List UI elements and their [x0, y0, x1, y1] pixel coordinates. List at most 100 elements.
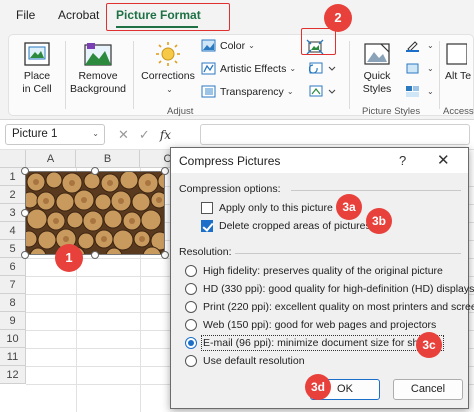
resize-handle[interactable]	[161, 167, 169, 175]
ribbon-panel: Place in Cell Remove Background Correcti…	[8, 34, 474, 117]
alt-text-button[interactable]: Alt Te	[445, 41, 474, 83]
radio-button-selected[interactable]	[185, 337, 197, 349]
resolution-option-label: HD (330 ppi): good quality for high-defi…	[203, 283, 474, 295]
step-marker-3c: 3c	[416, 332, 442, 358]
resize-handle[interactable]	[21, 209, 29, 217]
column-header-a[interactable]: A	[26, 150, 76, 168]
ribbon-separator	[349, 41, 350, 109]
chevron-down-icon: ⌄	[427, 41, 434, 50]
place-in-cell-button[interactable]: Place in Cell	[13, 41, 61, 96]
color-button[interactable]: Color ⌄	[201, 39, 255, 52]
step-marker-3a: 3a	[336, 194, 362, 220]
row-header[interactable]: 7	[0, 276, 26, 294]
resolution-option-email[interactable]: E-mail (96 ppi): minimize document size …	[185, 335, 444, 351]
change-picture-button[interactable]	[308, 62, 339, 76]
radio-button[interactable]	[185, 319, 197, 331]
step-marker-1: 1	[55, 244, 83, 272]
delete-cropped-label: Delete cropped areas of pictures	[219, 220, 371, 232]
selected-picture[interactable]	[25, 171, 165, 255]
place-in-cell-label: Place in Cell	[22, 70, 52, 95]
resolution-option-high-fidelity[interactable]: High fidelity: preserves quality of the …	[185, 265, 443, 277]
color-label: Color	[220, 39, 246, 52]
row-header[interactable]: 2	[0, 186, 26, 204]
resize-handle[interactable]	[161, 251, 169, 259]
color-icon	[201, 39, 216, 52]
transparency-button[interactable]: Transparency ⌄	[201, 85, 294, 98]
corrections-sun-icon	[156, 42, 180, 66]
resolution-option-default[interactable]: Use default resolution	[185, 355, 305, 367]
ribbon: Place in Cell Remove Background Correcti…	[0, 32, 474, 120]
resolution-option-label: E-mail (96 ppi): minimize document size …	[201, 335, 444, 351]
fx-icon[interactable]: fx	[160, 128, 171, 142]
row-header[interactable]: 4	[0, 222, 26, 240]
compress-pictures-dialog: Compress Pictures ? ✕ Compression option…	[170, 147, 474, 409]
reset-picture-icon	[309, 85, 336, 97]
menu-bar: File Acrobat Picture Format	[0, 0, 474, 32]
row-header[interactable]: 8	[0, 294, 26, 312]
formula-input[interactable]	[200, 124, 470, 145]
resize-handle[interactable]	[21, 251, 29, 259]
name-box[interactable]: Picture 1 ⌄	[5, 124, 105, 145]
formula-bar: Picture 1 ⌄ ✕ ✓ fx	[0, 120, 474, 150]
resize-handle[interactable]	[21, 167, 29, 175]
reset-picture-button[interactable]	[309, 85, 339, 99]
ribbon-separator	[65, 41, 66, 109]
row-header[interactable]: 12	[0, 366, 26, 384]
quick-styles-label: Quick Styles	[362, 70, 392, 95]
chevron-down-icon: ⌄	[166, 85, 173, 94]
radio-button[interactable]	[185, 283, 197, 295]
resolution-option-label: High fidelity: preserves quality of the …	[203, 265, 443, 277]
compression-options-label: Compression options:	[179, 183, 281, 195]
select-all-corner[interactable]	[0, 150, 26, 168]
row-header[interactable]: 10	[0, 330, 26, 348]
chevron-down-icon: ⌄	[289, 64, 297, 73]
remove-background-label: Remove Background	[69, 70, 127, 95]
transparency-label: Transparency	[220, 85, 284, 98]
picture-layout-button[interactable]: ⌄	[405, 85, 434, 98]
delete-cropped-checkbox-row[interactable]: Delete cropped areas of pictures	[201, 220, 371, 232]
quick-styles-icon	[364, 43, 390, 65]
row-header[interactable]: 9	[0, 312, 26, 330]
firewood-picture	[26, 172, 164, 254]
resolution-option-label: Print (220 ppi): excellent quality on mo…	[203, 301, 474, 313]
picture-layout-icon	[406, 86, 419, 97]
help-icon[interactable]: ?	[399, 153, 406, 168]
name-box-value: Picture 1	[12, 128, 58, 140]
close-icon[interactable]: ✕	[437, 151, 450, 169]
corrections-button[interactable]: Corrections ⌄	[137, 41, 199, 96]
accessibility-group-label: Accessi	[443, 106, 474, 117]
row-header[interactable]: 6	[0, 258, 26, 276]
apply-only-checkbox-row[interactable]: Apply only to this picture	[201, 202, 333, 214]
apply-only-checkbox[interactable]	[201, 202, 213, 214]
dialog-title-bar: Compress Pictures ? ✕	[171, 148, 468, 173]
remove-background-button[interactable]: Remove Background	[67, 41, 129, 96]
chevron-down-icon: ⌄	[92, 129, 99, 138]
radio-button[interactable]	[185, 301, 197, 313]
row-header[interactable]: 11	[0, 348, 26, 366]
step-marker-3d: 3d	[305, 374, 331, 400]
picture-effects-icon	[406, 63, 419, 74]
artistic-effects-icon	[201, 62, 216, 75]
picture-effects-button[interactable]: ⌄	[405, 62, 434, 75]
highlight-picture-format-tab	[106, 3, 230, 31]
picture-border-icon	[406, 41, 419, 52]
resolution-option-hd[interactable]: HD (330 ppi): good quality for high-defi…	[185, 283, 474, 295]
resolution-option-web[interactable]: Web (150 ppi): good for web pages and pr…	[185, 319, 436, 331]
tab-file[interactable]: File	[16, 8, 35, 22]
cancel-button[interactable]: Cancel	[393, 379, 463, 400]
resize-handle[interactable]	[91, 167, 99, 175]
picture-border-button[interactable]: ⌄	[405, 39, 434, 52]
check-icon[interactable]: ✓	[139, 127, 150, 143]
radio-button[interactable]	[185, 355, 197, 367]
delete-cropped-checkbox[interactable]	[201, 220, 213, 232]
resize-handle[interactable]	[91, 251, 99, 259]
cancel-icon[interactable]: ✕	[118, 127, 129, 143]
artistic-effects-button[interactable]: Artistic Effects ⌄	[201, 62, 296, 75]
column-header-b[interactable]: B	[76, 150, 140, 168]
ribbon-separator	[133, 41, 134, 109]
quick-styles-button[interactable]: Quick Styles	[353, 41, 401, 96]
tab-acrobat[interactable]: Acrobat	[58, 8, 99, 22]
radio-button[interactable]	[185, 265, 197, 277]
resolution-option-print[interactable]: Print (220 ppi): excellent quality on mo…	[185, 301, 474, 313]
section-divider	[291, 190, 461, 191]
